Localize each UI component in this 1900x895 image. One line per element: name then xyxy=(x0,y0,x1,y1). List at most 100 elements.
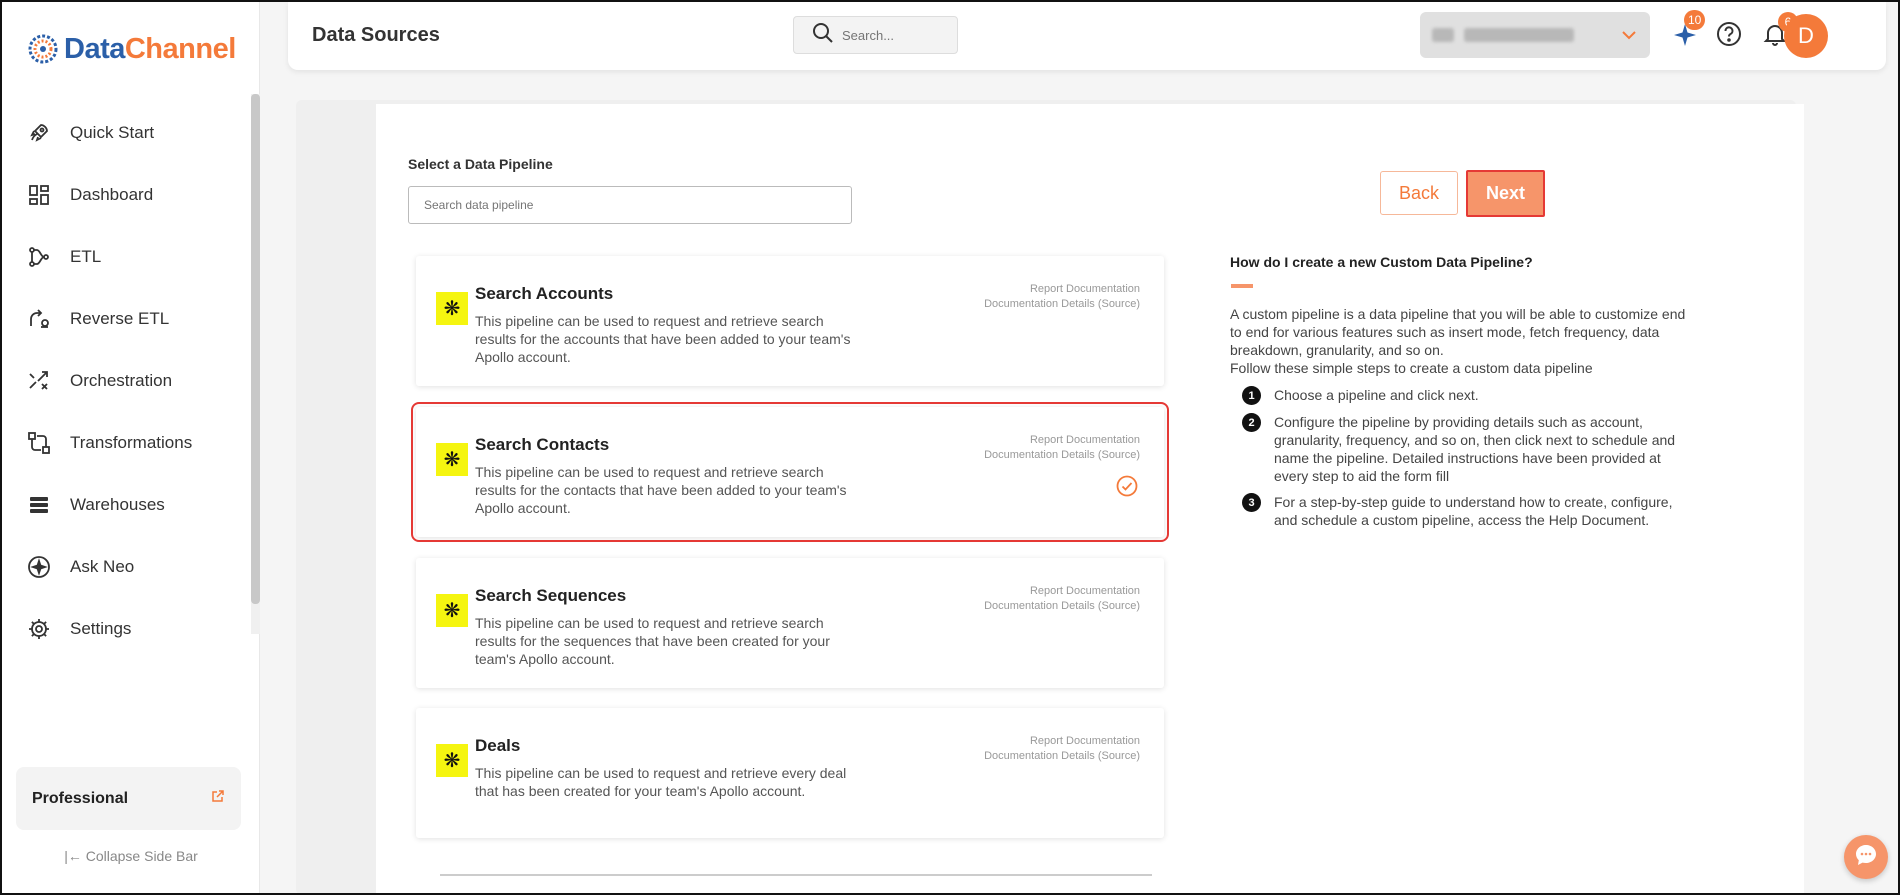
user-avatar[interactable]: D xyxy=(1784,14,1828,58)
next-button[interactable]: Next xyxy=(1466,170,1545,217)
doc-links: Report Documentation Documentation Detai… xyxy=(984,433,1140,463)
sidebar-item-quick-start[interactable]: Quick Start xyxy=(2,102,252,164)
help-accent-bar xyxy=(1231,284,1253,288)
sidebar-item-label: Warehouses xyxy=(70,495,165,514)
sidebar-item-ask-neo[interactable]: Ask Neo xyxy=(2,536,252,598)
step-text: Choose a pipeline and click next. xyxy=(1274,387,1479,403)
sidebar-item-settings[interactable]: Settings xyxy=(2,598,252,660)
step-number: 3 xyxy=(1242,493,1261,512)
sidebar-item-dashboard[interactable]: Dashboard xyxy=(2,164,252,226)
sidebar-item-label: Reverse ETL xyxy=(70,309,170,328)
report-documentation-link[interactable]: Report Documentation xyxy=(984,584,1140,599)
apollo-icon: ❋ xyxy=(436,744,468,777)
pipeline-description: This pipeline can be used to request and… xyxy=(475,464,847,516)
sidebar-item-etl[interactable]: ETL xyxy=(2,226,252,288)
sidebar-item-label: ETL xyxy=(70,247,102,266)
ask-neo-icon xyxy=(26,554,52,580)
sidebar-item-label: Dashboard xyxy=(70,185,154,204)
global-search-input[interactable] xyxy=(842,27,952,43)
sidebar-item-label: Ask Neo xyxy=(70,557,135,576)
documentation-details-link[interactable]: Documentation Details (Source) xyxy=(984,749,1140,764)
collapse-sidebar-button[interactable]: |← Collapse Side Bar xyxy=(2,848,260,864)
pipeline-title: Search Contacts xyxy=(475,435,610,454)
help-title: How do I create a new Custom Data Pipeli… xyxy=(1230,254,1533,270)
sidebar-scrollbar[interactable] xyxy=(251,94,260,604)
collapse-label: Collapse Side Bar xyxy=(85,848,198,864)
report-documentation-link[interactable]: Report Documentation xyxy=(984,282,1140,297)
rocket-icon xyxy=(26,120,52,146)
list-divider xyxy=(440,874,1152,876)
account-avatar-blurred xyxy=(1432,28,1454,42)
help-steps: 1 Choose a pipeline and click next. 2 Co… xyxy=(1242,386,1692,537)
etl-icon xyxy=(26,244,52,270)
sidebar-item-orchestration[interactable]: Orchestration xyxy=(2,350,252,412)
step-number: 1 xyxy=(1242,386,1261,405)
pipeline-title: Deals xyxy=(475,736,521,755)
reverse-etl-icon xyxy=(26,306,52,332)
help-intro-text: A custom pipeline is a data pipeline tha… xyxy=(1230,306,1686,358)
doc-links: Report Documentation Documentation Detai… xyxy=(984,282,1140,312)
doc-links: Report Documentation Documentation Detai… xyxy=(984,734,1140,764)
plan-label: Professional xyxy=(32,789,129,807)
sidebar-nav: Quick Start Dashboard ETL Reverse ETL Or… xyxy=(2,102,252,660)
top-header: Data Sources 10 6 D xyxy=(288,2,1886,70)
pipeline-card-deals[interactable]: ❋ Deals This pipeline can be used to req… xyxy=(416,708,1164,838)
doc-links: Report Documentation Documentation Detai… xyxy=(984,584,1140,614)
select-pipeline-label: Select a Data Pipeline xyxy=(408,156,553,172)
external-link-icon[interactable] xyxy=(211,789,225,808)
pipeline-card-search-contacts[interactable]: ❋ Search Contacts This pipeline can be u… xyxy=(411,402,1169,542)
plan-box[interactable]: Professional xyxy=(16,767,241,830)
pipeline-search-input[interactable] xyxy=(408,186,852,224)
report-documentation-link[interactable]: Report Documentation xyxy=(984,734,1140,749)
back-button[interactable]: Back xyxy=(1380,171,1458,215)
pipeline-description: This pipeline can be used to request and… xyxy=(475,615,830,667)
pipeline-title: Search Accounts xyxy=(475,284,614,303)
pipeline-title: Search Sequences xyxy=(475,586,627,605)
documentation-details-link[interactable]: Documentation Details (Source) xyxy=(984,599,1140,614)
search-icon xyxy=(812,22,834,49)
logo-icon xyxy=(26,32,60,66)
dashboard-icon xyxy=(26,182,52,208)
help-button[interactable] xyxy=(1714,21,1744,51)
pipeline-card-search-accounts[interactable]: ❋ Search Accounts This pipeline can be u… xyxy=(416,256,1164,386)
help-icon xyxy=(1715,20,1743,53)
apollo-icon: ❋ xyxy=(436,292,468,325)
global-search[interactable] xyxy=(793,16,958,54)
help-step: 2 Configure the pipeline by providing de… xyxy=(1242,413,1692,485)
step-number: 2 xyxy=(1242,413,1261,432)
transformations-icon xyxy=(26,430,52,456)
chat-icon xyxy=(1853,842,1879,873)
check-circle-icon xyxy=(1116,475,1138,497)
sidebar: DataChannel Quick Start Dashboard ETL Re… xyxy=(2,2,260,893)
sidebar-item-reverse-etl[interactable]: Reverse ETL xyxy=(2,288,252,350)
step-text: For a step-by-step guide to understand h… xyxy=(1274,494,1673,528)
documentation-details-link[interactable]: Documentation Details (Source) xyxy=(984,297,1140,312)
sidebar-item-transformations[interactable]: Transformations xyxy=(2,412,252,474)
help-intro: A custom pipeline is a data pipeline tha… xyxy=(1230,305,1700,377)
gear-icon xyxy=(26,616,52,642)
pipeline-description: This pipeline can be used to request and… xyxy=(475,765,847,799)
apollo-icon: ❋ xyxy=(436,443,468,476)
page-title: Data Sources xyxy=(312,24,440,46)
pipeline-description: This pipeline can be used to request and… xyxy=(475,313,851,365)
step-text: Configure the pipeline by providing deta… xyxy=(1274,414,1676,484)
sidebar-item-label: Transformations xyxy=(70,433,193,452)
logo[interactable]: DataChannel xyxy=(26,32,236,66)
sidebar-item-warehouses[interactable]: Warehouses xyxy=(2,474,252,536)
help-intro-text-2: Follow these simple steps to create a cu… xyxy=(1230,360,1593,376)
documentation-details-link[interactable]: Documentation Details (Source) xyxy=(984,448,1140,463)
help-step: 3 For a step-by-step guide to understand… xyxy=(1242,493,1692,529)
account-select[interactable] xyxy=(1420,12,1650,58)
collapse-icon: |← xyxy=(64,848,86,864)
orchestration-icon xyxy=(26,368,52,394)
logo-text: DataChannel xyxy=(64,32,236,65)
sidebar-item-label: Settings xyxy=(70,619,132,638)
report-documentation-link[interactable]: Report Documentation xyxy=(984,433,1140,448)
help-step: 1 Choose a pipeline and click next. xyxy=(1242,386,1692,405)
neo-badge: 10 xyxy=(1684,10,1706,30)
ask-neo-button[interactable]: 10 xyxy=(1670,10,1706,52)
chevron-down-icon xyxy=(1620,26,1638,49)
chat-button[interactable] xyxy=(1844,835,1888,879)
warehouses-icon xyxy=(26,492,52,518)
pipeline-card-search-sequences[interactable]: ❋ Search Sequences This pipeline can be … xyxy=(416,558,1164,688)
